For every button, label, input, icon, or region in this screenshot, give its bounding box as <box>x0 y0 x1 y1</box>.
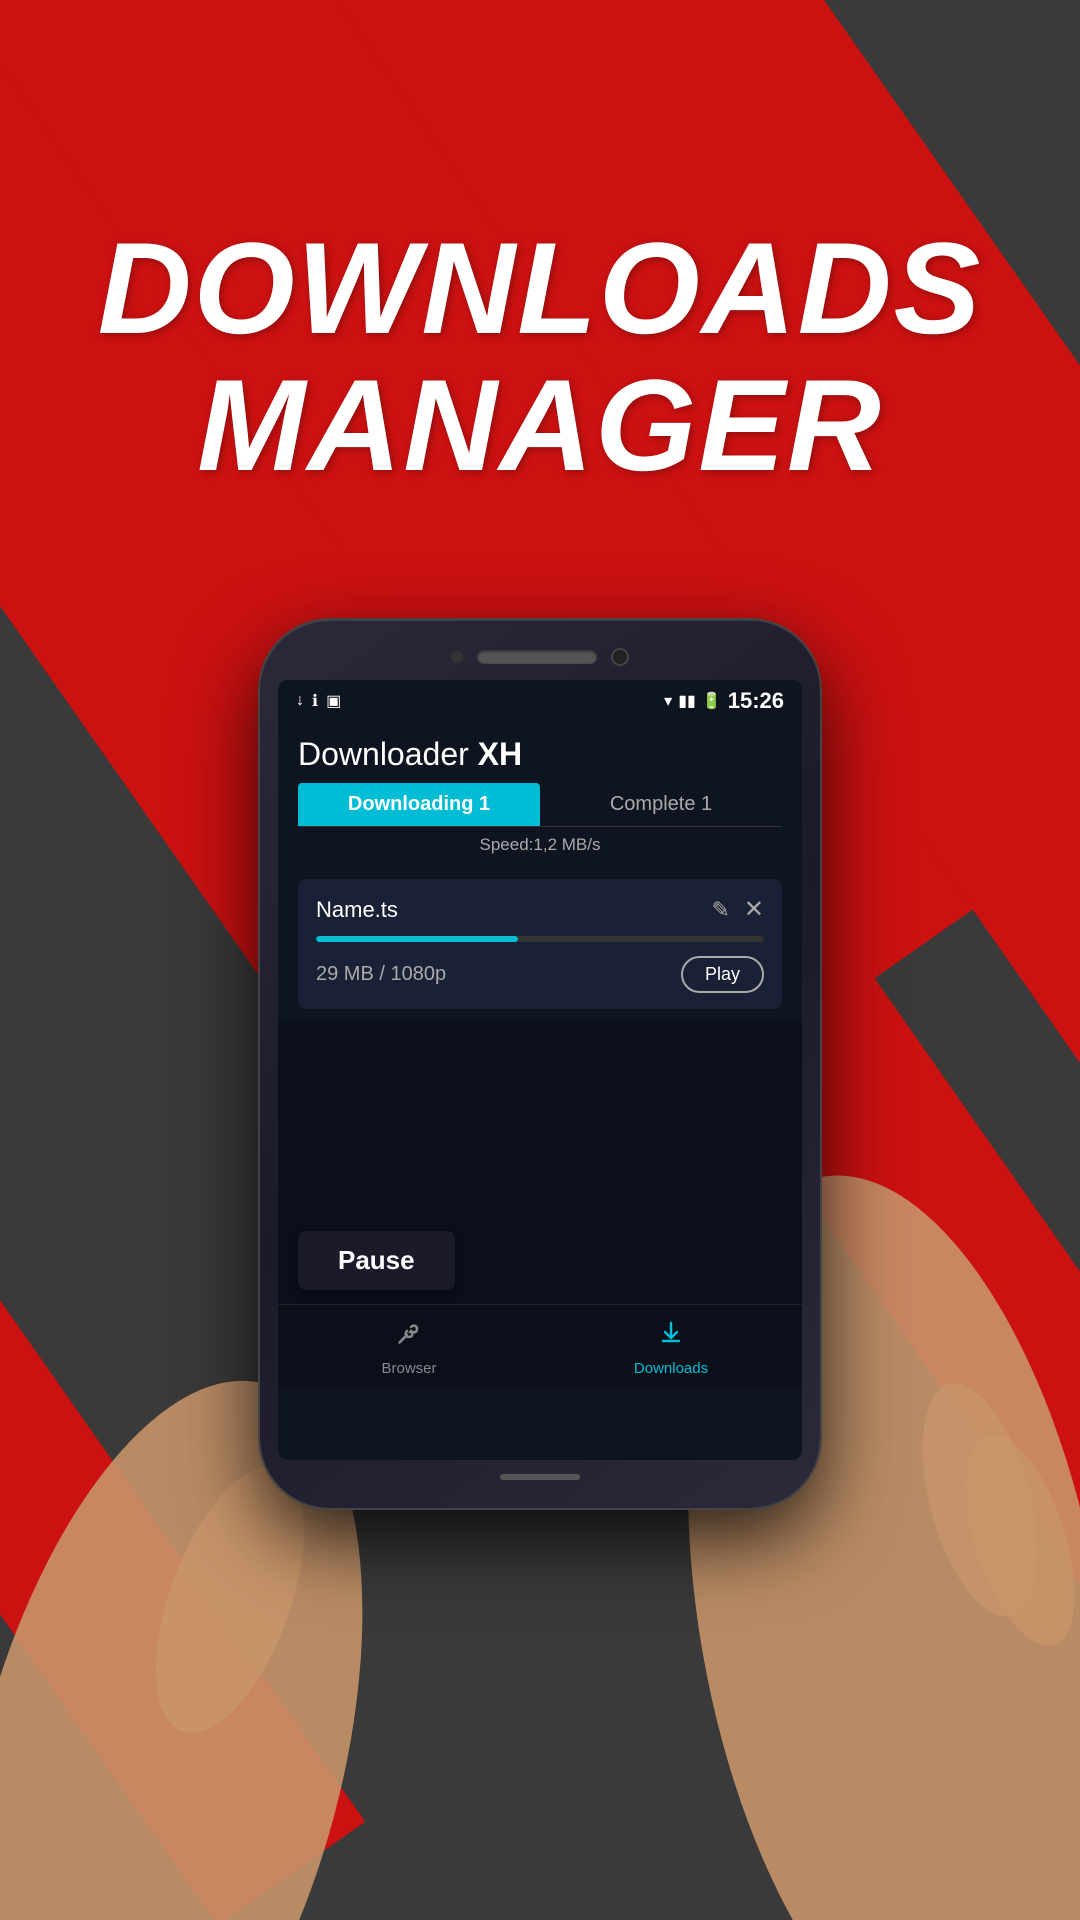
phone-bottom-bar <box>278 1460 802 1490</box>
pause-button-area: Pause <box>278 1221 802 1304</box>
speaker <box>477 650 597 664</box>
app-title: Downloader XH <box>298 736 782 773</box>
battery-icon: 🔋 <box>702 691 722 711</box>
download-item-header: Name.ts ✎ ✕ <box>316 895 764 924</box>
progress-bar-container <box>316 936 764 942</box>
phone-body: ↓ ℹ ▣ ▾ ▮▮ 🔋 15:26 Downloader XH <box>260 620 820 1508</box>
status-bar: ↓ ℹ ▣ ▾ ▮▮ 🔋 15:26 <box>278 680 802 722</box>
speed-display: Speed:1,2 MB/s <box>298 827 782 867</box>
status-icons-left: ↓ ℹ ▣ <box>296 691 341 711</box>
download-actions: ✎ ✕ <box>711 895 764 924</box>
progress-fill <box>316 936 518 942</box>
app-title-normal: Downloader <box>298 736 478 772</box>
play-button[interactable]: Play <box>681 956 764 993</box>
phone-top-bar <box>278 638 802 680</box>
camera <box>611 648 629 666</box>
title-area: DOWNLOADS MANAGER <box>0 220 1080 493</box>
bottom-nav: Browser Downloads <box>278 1304 802 1389</box>
phone-mockup: ↓ ℹ ▣ ▾ ▮▮ 🔋 15:26 Downloader XH <box>260 620 820 1508</box>
tab-complete[interactable]: Complete 1 <box>540 783 782 826</box>
tab-downloading[interactable]: Downloading 1 <box>298 783 540 826</box>
app-header: Downloader XH <box>278 722 802 783</box>
browser-label: Browser <box>381 1360 436 1377</box>
phone-screen: ↓ ℹ ▣ ▾ ▮▮ 🔋 15:26 Downloader XH <box>278 680 802 1460</box>
sensor <box>451 651 463 663</box>
nav-browser[interactable]: Browser <box>278 1305 540 1389</box>
download-status-icon: ↓ <box>296 692 304 710</box>
home-indicator <box>500 1474 580 1480</box>
signal-icon: ▮▮ <box>678 691 696 711</box>
app-title-bold: XH <box>478 736 522 772</box>
status-time: 15:26 <box>728 688 784 714</box>
download-filename: Name.ts <box>316 897 398 923</box>
pause-button[interactable]: Pause <box>298 1231 455 1290</box>
info-status-icon: ℹ <box>312 691 318 711</box>
image-status-icon: ▣ <box>326 691 341 711</box>
download-item-footer: 29 MB / 1080p Play <box>316 956 764 993</box>
status-icons-right: ▾ ▮▮ 🔋 15:26 <box>664 688 784 714</box>
edit-icon[interactable]: ✎ <box>711 897 729 923</box>
close-icon[interactable]: ✕ <box>744 895 764 924</box>
wifi-icon: ▾ <box>664 691 672 711</box>
downloads-nav-icon <box>657 1319 685 1354</box>
tab-bar: Downloading 1 Complete 1 <box>298 783 782 827</box>
page-title-line1: DOWNLOADS <box>0 220 1080 357</box>
browser-icon <box>395 1319 423 1354</box>
download-item: Name.ts ✎ ✕ 29 MB / 1080p Play <box>298 879 782 1009</box>
page-title-line2: MANAGER <box>0 357 1080 494</box>
file-info: 29 MB / 1080p <box>316 963 446 986</box>
downloads-label: Downloads <box>634 1360 708 1377</box>
screen-dark-area <box>278 1021 802 1221</box>
nav-downloads[interactable]: Downloads <box>540 1305 802 1389</box>
